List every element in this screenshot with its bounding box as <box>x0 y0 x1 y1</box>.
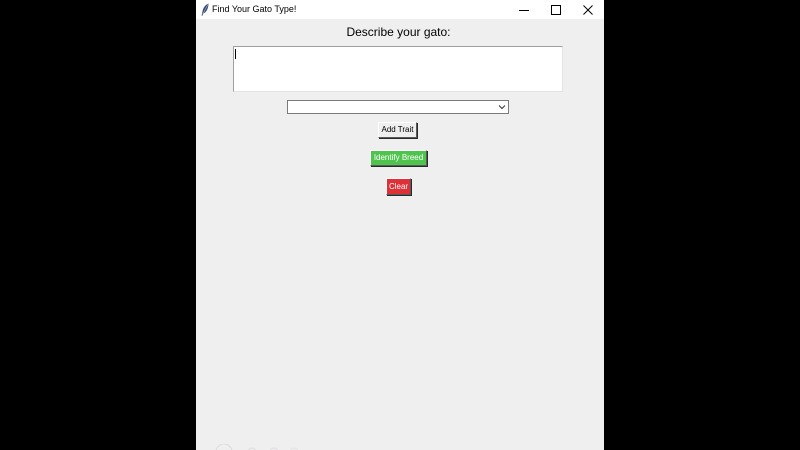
window-title: Find Your Gato Type! <box>212 4 297 14</box>
feather-icon <box>201 3 209 16</box>
clear-button[interactable]: Clear <box>386 178 411 195</box>
describe-gato-label: Describe your gato: <box>346 25 451 39</box>
description-textarea[interactable] <box>233 46 563 92</box>
app-window: Find Your Gato Type! Describe your gato: <box>196 0 604 450</box>
identify-breed-button[interactable]: Identify Breed <box>370 150 427 166</box>
text-caret <box>235 49 236 59</box>
close-icon <box>583 4 593 15</box>
maximize-icon <box>551 4 561 15</box>
add-trait-button[interactable]: Add Trait <box>378 122 417 138</box>
chevron-down-icon[interactable] <box>497 102 507 112</box>
close-button[interactable] <box>572 0 604 19</box>
trait-dropdown[interactable] <box>287 100 509 114</box>
minimize-icon <box>519 9 529 11</box>
minimize-button[interactable] <box>508 0 540 19</box>
faint-circle-shapes <box>215 444 299 450</box>
title-bar[interactable]: Find Your Gato Type! <box>196 0 604 19</box>
maximize-button[interactable] <box>540 0 572 19</box>
